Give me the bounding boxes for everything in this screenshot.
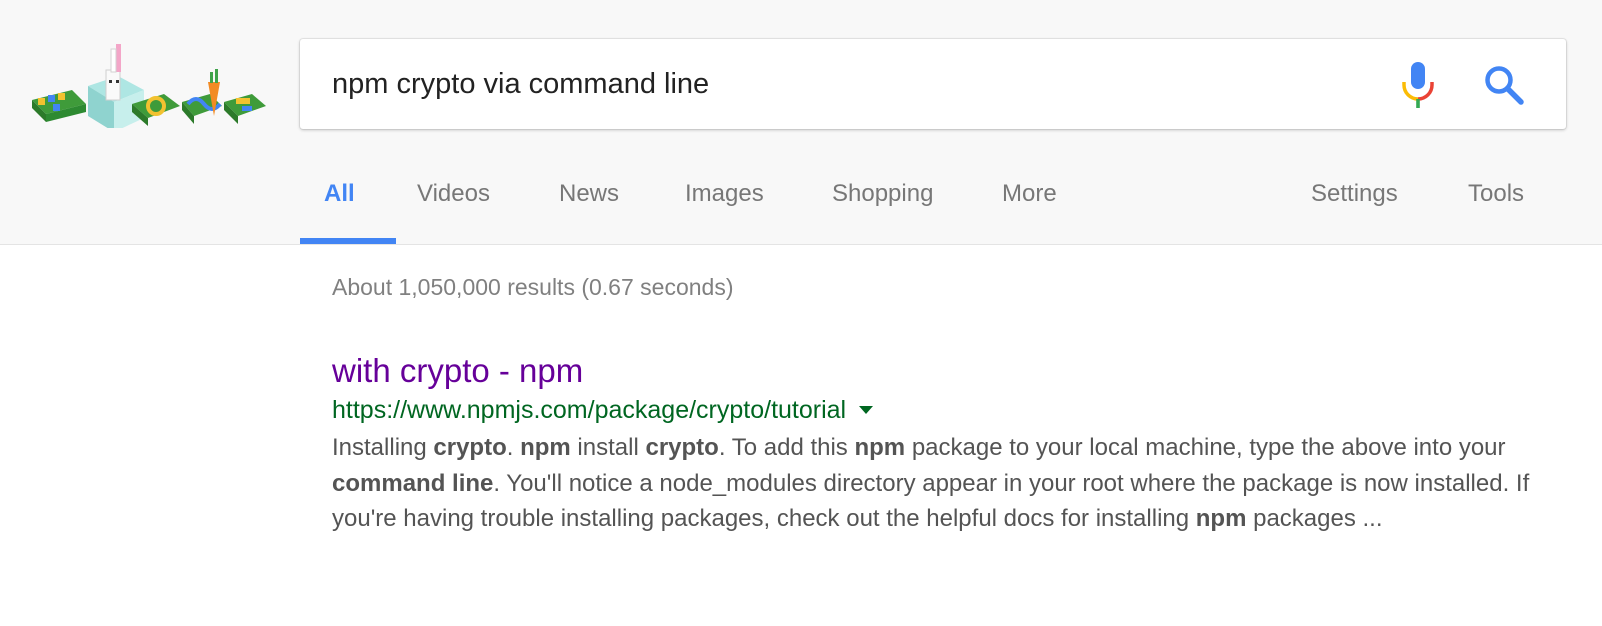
snippet-text: . bbox=[506, 434, 521, 461]
search-tabs: All Videos News Images Shopping More Set… bbox=[300, 160, 1566, 245]
snippet-highlight: crypto bbox=[645, 434, 719, 461]
tab-all[interactable]: All bbox=[324, 180, 355, 208]
snippet-text: packages ... bbox=[1246, 505, 1383, 532]
tab-videos[interactable]: Videos bbox=[417, 180, 490, 208]
snippet-highlight: npm bbox=[1195, 505, 1247, 532]
microphone-icon[interactable] bbox=[1400, 61, 1436, 109]
snippet-highlight: command line bbox=[332, 469, 494, 497]
tab-news[interactable]: News bbox=[559, 180, 619, 208]
result-url: https://www.npmjs.com/package/crypto/tut… bbox=[332, 395, 847, 424]
result-snippet: Installing crypto. npm install crypto. T… bbox=[332, 430, 1562, 537]
snippet-text: package to your local machine, type the … bbox=[905, 434, 1506, 461]
search-input[interactable] bbox=[332, 57, 1392, 111]
tab-shopping[interactable]: Shopping bbox=[832, 180, 933, 208]
snippet-highlight: npm bbox=[520, 434, 571, 461]
search-box bbox=[300, 39, 1566, 129]
tab-tools[interactable]: Tools bbox=[1468, 180, 1524, 208]
tab-settings[interactable]: Settings bbox=[1311, 180, 1398, 208]
result-stats: About 1,050,000 results (0.67 seconds) bbox=[332, 274, 734, 300]
tab-more[interactable]: More bbox=[1002, 180, 1057, 208]
search-header: All Videos News Images Shopping More Set… bbox=[0, 0, 1602, 245]
active-tab-indicator bbox=[300, 238, 396, 244]
search-result: with crypto - npm https://www.npmjs.com/… bbox=[332, 350, 1562, 537]
result-title-link[interactable]: with crypto - npm bbox=[332, 350, 1562, 392]
snippet-text: install bbox=[570, 434, 646, 461]
snippet-text: . To add this bbox=[718, 434, 855, 461]
google-doodle-logo[interactable] bbox=[24, 38, 266, 128]
snippet-highlight: npm bbox=[854, 434, 906, 461]
dropdown-arrow-icon[interactable] bbox=[859, 406, 874, 414]
snippet-highlight: crypto bbox=[433, 434, 507, 461]
snippet-text: Installing bbox=[332, 434, 434, 461]
search-icon[interactable] bbox=[1483, 64, 1525, 106]
tab-images[interactable]: Images bbox=[685, 180, 764, 208]
result-url-row: https://www.npmjs.com/package/crypto/tut… bbox=[332, 394, 1562, 426]
